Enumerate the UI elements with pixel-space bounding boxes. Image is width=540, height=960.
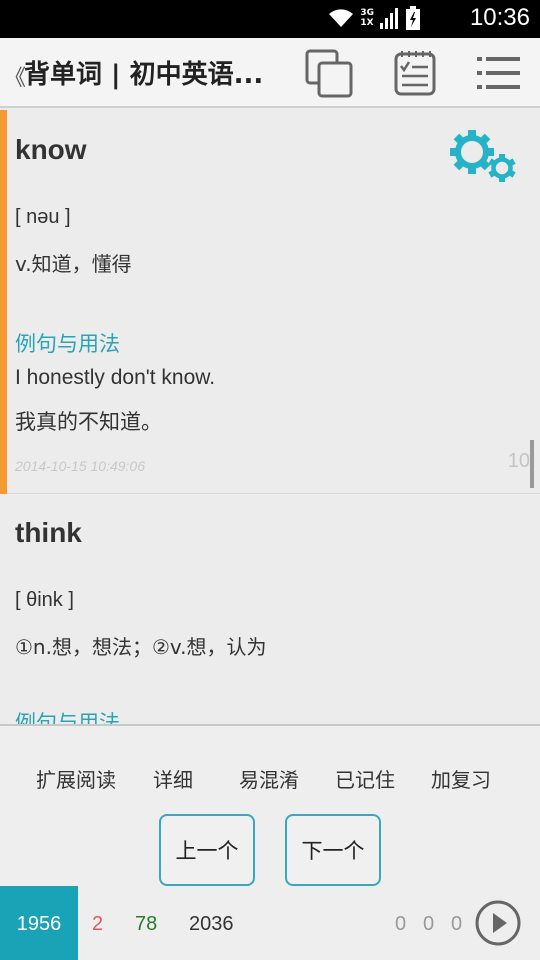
counter-1: 0: [395, 913, 407, 935]
example-sentence: I honestly don't know.: [15, 366, 216, 389]
scrollbar[interactable]: [530, 440, 534, 488]
counter-2: 0: [423, 913, 435, 935]
page-title[interactable]: 背单词 | 初中英语...: [24, 54, 263, 91]
copy-icon[interactable]: [304, 48, 354, 98]
add-review-button[interactable]: 加复习: [431, 764, 491, 793]
detail-button[interactable]: 详细: [153, 764, 193, 793]
signal-icon: [380, 8, 398, 29]
network-type: 3G 1X: [360, 8, 374, 28]
total-count[interactable]: 1956: [0, 886, 78, 960]
meaning: v.知道，懂得: [15, 252, 132, 276]
word-card[interactable]: think [ θink ] ①n.想，想法；②v.想，认为 例句与用法: [0, 495, 540, 724]
confusable-button[interactable]: 易混淆: [239, 764, 299, 793]
action-bar: 《 背单词 | 初中英语...: [0, 38, 540, 108]
counter-3: 0: [451, 913, 463, 935]
current-marker: [0, 110, 7, 494]
timestamp: 2014-10-15 10:49:06: [15, 458, 145, 474]
network-top-label: 3G: [360, 8, 374, 18]
checklist-icon[interactable]: [390, 48, 440, 98]
status-bar: 3G 1X 10:36: [0, 0, 540, 38]
play-icon[interactable]: [474, 899, 522, 947]
known-count: 78: [135, 913, 158, 935]
unknown-count: 2: [92, 913, 104, 935]
status-icons: 3G 1X: [328, 6, 420, 30]
bottom-panel: 扩展阅读 详细 易混淆 已记住 加复习 上一个 下一个 1956 2 78 20…: [0, 724, 540, 960]
word-list[interactable]: know [nəu] v.知道，懂得 例句与用法 I honestly do…: [0, 110, 540, 724]
word-count: 2036: [189, 913, 234, 935]
stats-bar: 1956 2 78 2036 0 0 0: [0, 886, 540, 960]
review-count: 10: [507, 450, 530, 472]
section-title: 例句与用法: [15, 332, 120, 356]
phonetic: [ θink ]: [15, 589, 74, 611]
clock: 10:36: [469, 4, 530, 31]
section-title: 例句与用法: [15, 711, 120, 724]
gear-icon[interactable]: [448, 128, 520, 186]
prev-button[interactable]: 上一个: [159, 814, 255, 886]
memorized-button[interactable]: 已记住: [335, 764, 395, 793]
extended-reading-button[interactable]: 扩展阅读: [36, 764, 116, 793]
wifi-icon: [329, 9, 354, 27]
meaning: ①n.想，想法；②v.想，认为: [15, 635, 267, 659]
network-bottom-label: 1X: [360, 18, 374, 28]
example-translation: 我真的不知道。: [15, 410, 162, 434]
word-title: know: [15, 134, 87, 165]
next-button[interactable]: 下一个: [285, 814, 381, 886]
menu-icon[interactable]: [474, 48, 524, 98]
phonetic: [ nəu ]: [15, 206, 71, 228]
word-card[interactable]: know [nəu] v.知道，懂得 例句与用法 I honestly do…: [0, 110, 540, 494]
word-title: think: [15, 517, 82, 548]
battery-icon: [406, 6, 420, 30]
back-icon[interactable]: 《: [4, 60, 26, 92]
